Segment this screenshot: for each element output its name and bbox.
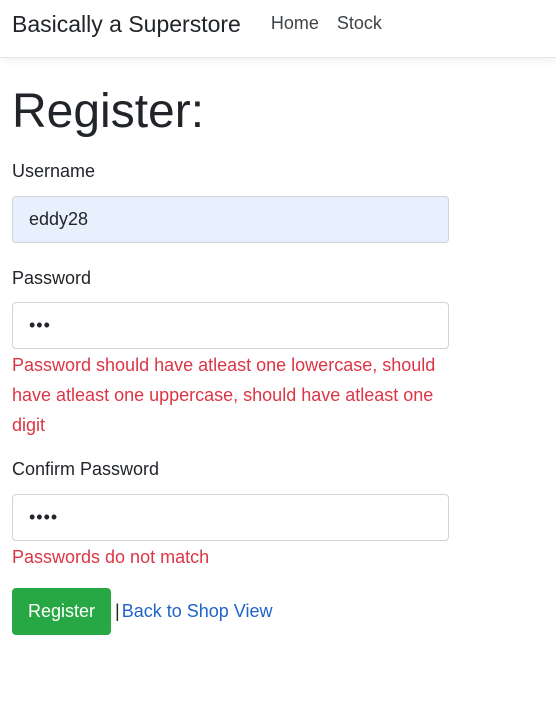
password-input[interactable] [12, 302, 449, 349]
brand-link[interactable]: Basically a Superstore [12, 11, 241, 38]
register-button[interactable]: Register [12, 588, 112, 635]
register-page: Register: Username Password Password sho… [0, 84, 556, 635]
nav-link-stock[interactable]: Stock [337, 13, 382, 34]
page-title: Register: [12, 85, 205, 138]
top-navbar: Basically a Superstore Home Stock [0, 0, 556, 58]
username-input[interactable] [12, 196, 449, 243]
username-label: Username [12, 161, 96, 181]
nav-link-home[interactable]: Home [271, 13, 319, 34]
separator: | [115, 601, 120, 621]
back-to-shop-link[interactable]: Back to Shop View [122, 601, 273, 621]
confirm-password-input[interactable] [12, 494, 449, 541]
register-form: Username Password Password should have a… [12, 160, 544, 635]
password-label: Password [12, 268, 92, 288]
form-actions: Register | Back to Shop View [12, 588, 544, 635]
confirm-password-error: Passwords do not match [12, 547, 210, 567]
confirm-password-label: Confirm Password [12, 459, 160, 479]
password-error: Password should have atleast one lowerca… [12, 355, 436, 435]
